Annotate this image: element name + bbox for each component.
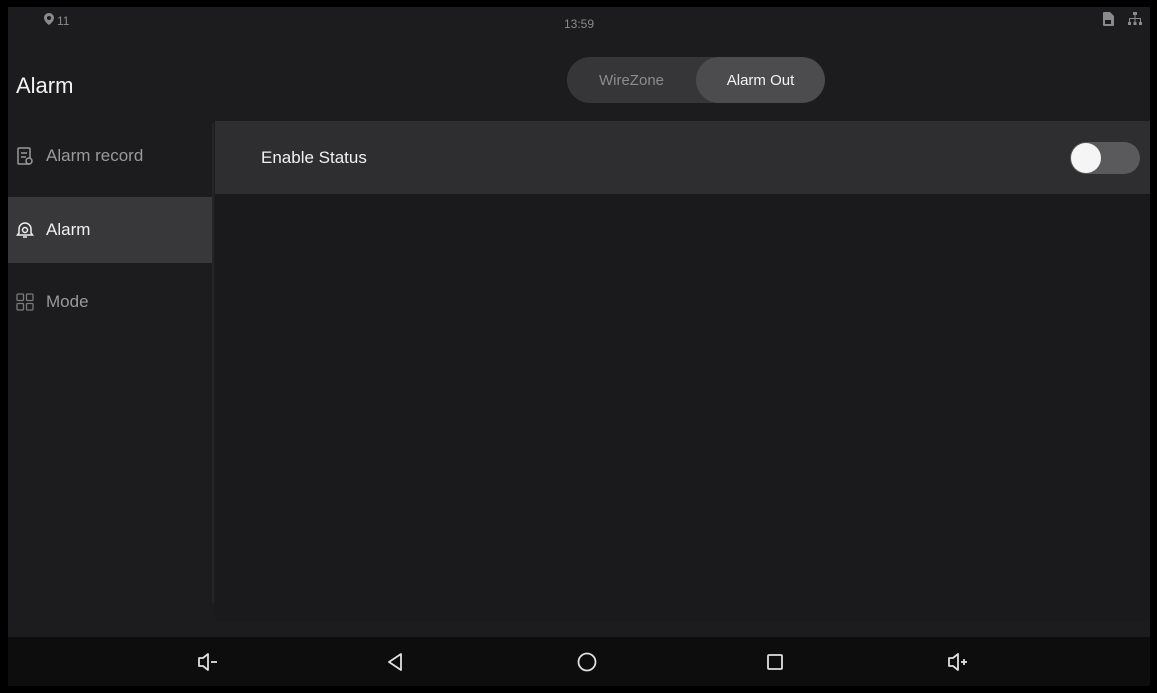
home-icon[interactable] (575, 650, 599, 674)
volume-up-icon[interactable] (946, 650, 970, 674)
alarm-record-icon (14, 145, 36, 167)
status-right (1102, 12, 1142, 31)
navigation-bar (8, 637, 1150, 686)
alarm-icon (14, 219, 36, 241)
network-icon (1128, 12, 1142, 31)
mode-grid-icon (14, 291, 36, 313)
enable-status-row: Enable Status (215, 121, 1150, 194)
page-title: Alarm (16, 73, 74, 98)
tab-wirezone[interactable]: WireZone (567, 57, 696, 103)
recents-icon[interactable] (763, 650, 787, 674)
sidebar-item-alarm[interactable]: Alarm (8, 197, 212, 263)
tab-alarm-out[interactable]: Alarm Out (696, 57, 825, 103)
sd-card-icon (1102, 12, 1114, 31)
enable-status-toggle[interactable] (1070, 142, 1140, 174)
sidebar-item-mode[interactable]: Mode (8, 269, 212, 335)
status-time: 13:59 (563, 17, 595, 31)
sidebar-item-label: Alarm record (46, 146, 144, 165)
sidebar-divider (212, 123, 214, 603)
toggle-knob (1071, 143, 1101, 173)
tab-switcher: WireZone Alarm Out (567, 57, 825, 103)
enable-status-label: Enable Status (261, 147, 367, 167)
sidebar: Alarm record Alarm Mode (8, 123, 212, 623)
sidebar-item-label: Mode (46, 292, 89, 311)
back-icon[interactable] (383, 650, 407, 674)
sidebar-item-label: Alarm (46, 220, 91, 239)
sidebar-item-alarm-record[interactable]: Alarm record (8, 123, 212, 189)
content-panel: Enable Status (215, 121, 1150, 621)
status-bar: 11 13:59 (8, 7, 1150, 41)
volume-down-icon[interactable] (196, 650, 220, 674)
device-screen: 11 13:59 Alarm WireZone Alarm Out Alarm … (8, 7, 1150, 686)
